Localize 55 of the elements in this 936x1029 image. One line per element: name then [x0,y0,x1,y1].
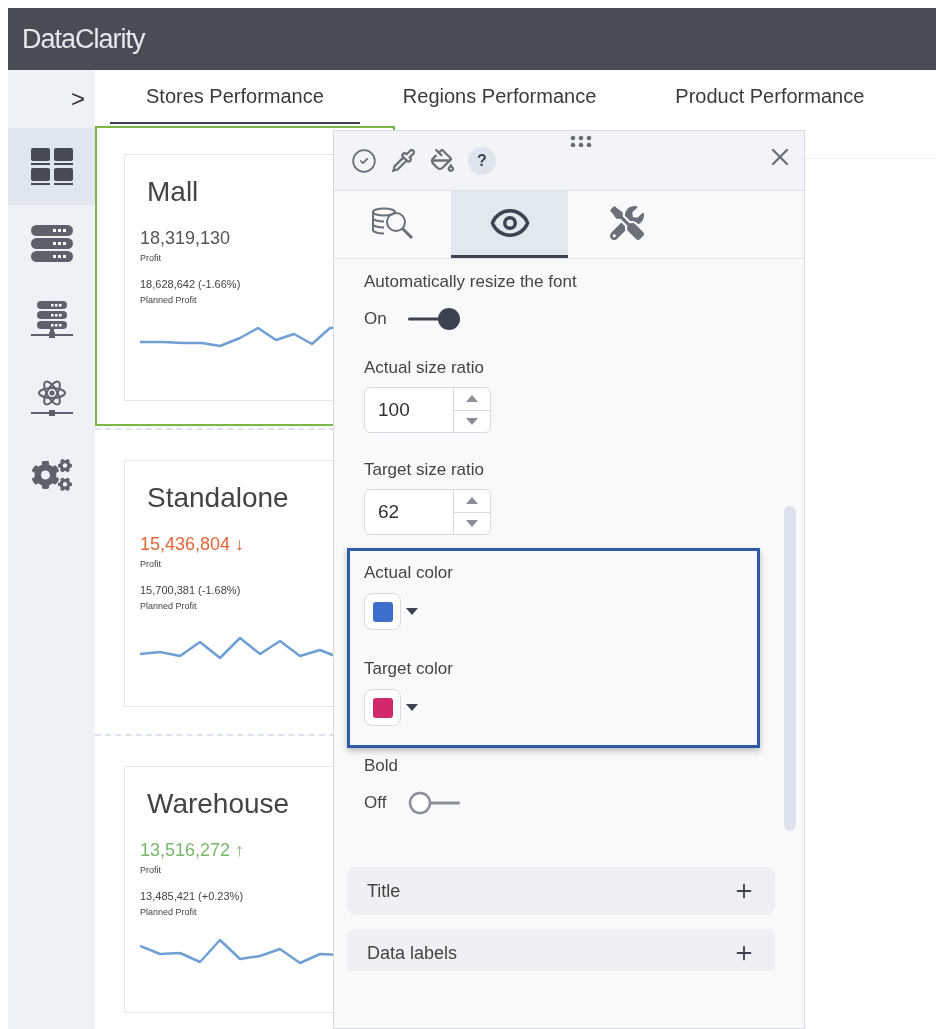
toggle-switch[interactable] [408,791,462,815]
help-button[interactable]: ? [468,146,496,175]
setting-label: Actual color [364,562,454,584]
check-button[interactable] [351,147,377,174]
caret-down-icon [466,417,478,425]
caret-down-icon [466,519,478,527]
card-title: Standalone [147,481,289,515]
sidebar-item[interactable] [8,128,95,205]
kpi-value: 13,516,272 ↑ [140,839,245,861]
number-input[interactable]: 62 [365,490,453,534]
color-picker-button[interactable] [364,689,401,726]
tools-icon [609,206,644,240]
kpi-label: Profit [140,559,161,570]
card-title: Mall [147,175,199,209]
drag-handle-icon[interactable] [570,135,592,147]
target-label: Planned Profit [140,907,197,918]
toggle-state-label: On [364,308,388,331]
target-value: 18,628,642 (-1.66%) [140,277,241,291]
kpi-label: Profit [140,253,161,264]
panel-tab[interactable] [451,191,568,258]
caret-down-icon [406,608,418,615]
app-title: DataClarity [22,22,145,56]
caret-down-icon [406,704,418,711]
number-field[interactable]: 100 [364,387,491,433]
sidebar-toggle[interactable]: > [71,87,85,111]
number-field[interactable]: 62 [364,489,491,535]
atom-network-icon [30,378,73,417]
tab[interactable]: Regions Performance [366,70,633,124]
eyedropper-button[interactable] [390,147,416,174]
paint-bucket-button[interactable] [429,147,455,174]
target-label: Planned Profit [140,295,197,306]
tab[interactable]: Stores Performance [110,70,360,124]
target-value: 15,700,381 (-1.68%) [140,583,241,597]
scrollbar[interactable] [784,506,796,831]
database-search-icon [371,207,414,239]
target-label: Planned Profit [140,601,197,612]
section-header[interactable]: Title [347,867,775,915]
color-picker-button[interactable] [364,593,401,630]
grid-icon [30,147,73,186]
server-network-icon [30,300,73,341]
caret-up-icon [466,497,478,505]
target-value: 13,485,421 (+0.23%) [140,889,244,903]
card-title: Warehouse [147,787,290,821]
setting-label: Bold [364,755,400,777]
section-header[interactable]: Data labels [347,929,775,971]
caret-up-icon [466,395,478,403]
toggle-state-label: Off [364,792,388,815]
database-stack-icon [30,224,73,263]
kpi-label: Profit [140,865,161,876]
tab[interactable]: Product Performance [639,70,901,124]
kpi-value: 18,319,130 [140,227,231,249]
setting-label: Target color [364,658,454,680]
setting-label: Target size ratio [364,459,485,481]
toggle-switch[interactable] [408,307,462,331]
kpi-value: 15,436,804 ↓ [140,533,245,555]
